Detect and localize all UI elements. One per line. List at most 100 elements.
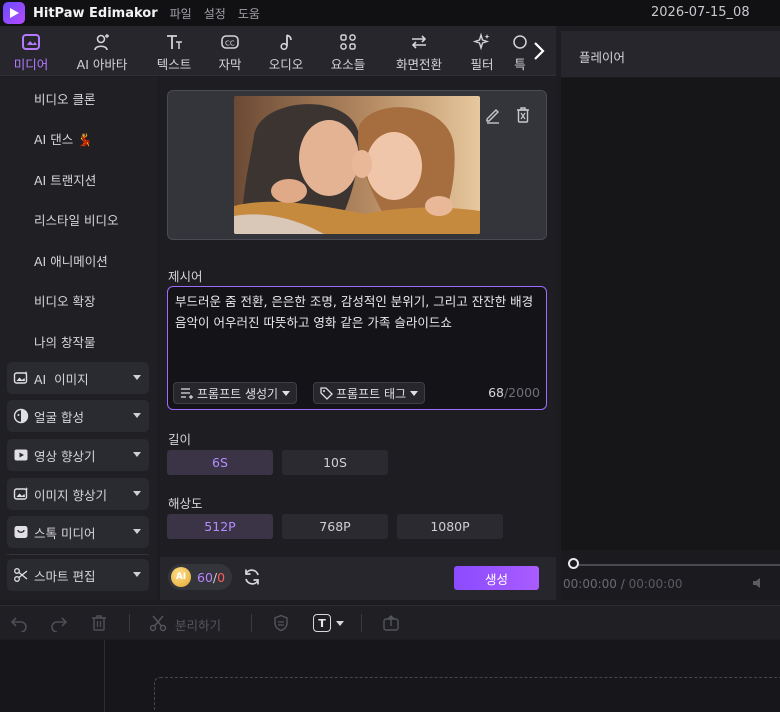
refresh-icon[interactable] [242, 567, 262, 587]
tab-effects[interactable]: 특 [512, 32, 528, 74]
delete-icon[interactable] [514, 106, 532, 124]
main-toolbar: 미디어 AI 아바타 텍스트 CC 자막 오디오 요소들 화면전환 필터 특 [0, 26, 556, 76]
tab-elements[interactable]: 요소들 [326, 32, 370, 74]
menu-help[interactable]: 도움 [238, 5, 260, 22]
prompt-tag-label: 프롬프트 태그 [336, 386, 407, 401]
menu-settings[interactable]: 설정 [204, 5, 226, 22]
coin-icon: AI [171, 567, 191, 587]
stock-media-icon [14, 526, 28, 538]
prompt-char-count: 68 [488, 385, 504, 400]
toolbar-next-button[interactable] [528, 36, 550, 66]
chevron-right-icon [534, 42, 545, 60]
undo-icon[interactable] [10, 614, 28, 632]
panel-footer: AI 60/0 생성 [160, 557, 556, 600]
music-note-icon [280, 34, 292, 51]
app-logo-icon [3, 2, 25, 24]
sidebar-divider [7, 554, 149, 555]
prompt-generator-button[interactable]: 프롬프트 생성기 [173, 382, 298, 404]
sidebar-item-ai-dance[interactable]: AI 댄스 💃 [34, 129, 93, 148]
generate-button[interactable]: 생성 [454, 566, 539, 590]
length-label: 길이 [168, 432, 192, 447]
prompt-tag-button[interactable]: 프롬프트 태그 [313, 382, 426, 404]
sidebar-group-video-enhancer-label: 영상 향상기 [34, 448, 96, 464]
time-separator: / [616, 577, 629, 591]
tab-filter[interactable]: 필터 [462, 32, 502, 74]
shield-icon[interactable] [272, 614, 290, 632]
sidebar-group-face-swap-label: 얼굴 합성 [34, 409, 84, 425]
sidebar-item-ai-transition[interactable]: AI 트랜지션 [34, 170, 96, 189]
tab-effects-label: 특 [514, 57, 526, 72]
svg-text:CC: CC [225, 40, 235, 48]
ai-video-panel: 제시어 부드러운 줌 전환, 은은한 조명, 감성적인 분위기, 그리고 잔잔한… [160, 77, 556, 600]
tab-ai-avatar[interactable]: AI 아바타 [70, 32, 134, 74]
playback-scrubber-track[interactable] [573, 564, 780, 566]
edit-icon[interactable] [484, 106, 502, 124]
tab-text-label: 텍스트 [156, 57, 192, 72]
credits-display: AI 60/0 [168, 564, 232, 590]
toolbar-separator [251, 614, 252, 632]
tab-transition[interactable]: 화면전환 [388, 32, 450, 74]
sidebar-group-ai-image[interactable]: AI 이미지 [7, 362, 149, 394]
video-enhance-icon [14, 449, 28, 461]
sidebar-group-video-enhancer[interactable]: 영상 향상기 [7, 439, 149, 471]
tab-media[interactable]: 미디어 [8, 32, 54, 74]
sidebar-item-video-clone[interactable]: 비디오 클론 [34, 89, 95, 108]
title-bar: HitPaw Edimakor 파일 설정 도움 2026-07-15_08 [0, 0, 780, 26]
tab-transition-label: 화면전환 [395, 57, 442, 72]
face-swap-icon [13, 408, 29, 424]
text-tool-button[interactable]: T [313, 614, 331, 632]
elements-icon [340, 34, 356, 50]
credits-text: 60/0 [197, 570, 225, 585]
tab-subtitle[interactable]: CC 자막 [212, 32, 248, 74]
prompt-input[interactable]: 부드러운 줌 전환, 은은한 조명, 감성적인 분위기, 그리고 잔잔한 배경 … [167, 286, 547, 410]
timeline-area [0, 640, 780, 712]
length-option-10s[interactable]: 10S [282, 450, 388, 475]
left-sidebar: 비디오 클론 AI 댄스 💃 AI 트랜지션 리스타일 비디오 AI 애니메이션… [0, 77, 158, 600]
tab-media-label: 미디어 [13, 57, 49, 72]
tab-audio-label: 오디오 [268, 57, 304, 72]
playback-scrubber-handle[interactable] [568, 558, 579, 569]
effects-icon [513, 35, 527, 49]
timeline-drop-zone[interactable] [154, 677, 780, 712]
chevron-down-icon [282, 390, 291, 396]
sidebar-item-restyle-video[interactable]: 리스타일 비디오 [34, 210, 118, 229]
volume-icon[interactable] [752, 576, 766, 590]
smart-edit-icon [14, 568, 28, 582]
prompt-text[interactable]: 부드러운 줌 전환, 은은한 조명, 감성적인 분위기, 그리고 잔잔한 배경 … [175, 291, 543, 333]
tab-text[interactable]: 텍스트 [152, 32, 196, 74]
filter-sparkle-icon [472, 32, 490, 51]
tab-elements-label: 요소들 [330, 57, 366, 72]
delete-icon[interactable] [90, 614, 108, 632]
resolution-option-512p[interactable]: 512P [167, 514, 273, 539]
scissors-icon[interactable] [149, 614, 167, 632]
redo-icon[interactable] [50, 614, 68, 632]
sidebar-group-image-enhancer-label: 이미지 향상기 [34, 487, 107, 503]
tab-audio[interactable]: 오디오 [264, 32, 308, 74]
prompt-char-counter: 68/2000 [488, 385, 540, 400]
sidebar-group-stock-media[interactable]: 스톡 미디어 [7, 516, 149, 548]
split-label[interactable]: 분리하기 [175, 615, 221, 634]
player-title: 플레이어 [579, 50, 626, 65]
project-name: 2026-07-15_08 [651, 5, 750, 20]
resolution-option-1080p[interactable]: 1080P [397, 514, 503, 539]
sidebar-item-my-creations[interactable]: 나의 창작물 [34, 332, 95, 351]
sidebar-group-image-enhancer[interactable]: 이미지 향상기 [7, 478, 149, 510]
sidebar-group-smart-edit-label: 스마트 편집 [34, 568, 96, 584]
chevron-down-icon [133, 529, 141, 534]
sidebar-group-smart-edit[interactable]: 스마트 편집 [7, 559, 149, 591]
sidebar-group-face-swap[interactable]: 얼굴 합성 [7, 400, 149, 432]
sidebar-item-video-expand[interactable]: 비디오 확장 [34, 291, 95, 310]
length-option-6s[interactable]: 6S [167, 450, 273, 475]
toolbar-separator [361, 614, 362, 632]
sidebar-item-ai-animation[interactable]: AI 애니메이션 [34, 251, 108, 270]
export-frame-icon[interactable] [382, 614, 400, 632]
media-icon [22, 34, 40, 50]
prompt-generator-label: 프롬프트 생성기 [197, 386, 279, 401]
chevron-down-icon[interactable] [336, 621, 344, 626]
sidebar-group-stock-media-label: 스톡 미디어 [34, 525, 96, 541]
toolbar-separator [129, 614, 130, 632]
prompt-list-icon [181, 388, 193, 399]
resolution-option-768p[interactable]: 768P [282, 514, 388, 539]
ai-avatar-icon [94, 34, 109, 51]
menu-file[interactable]: 파일 [170, 5, 192, 22]
